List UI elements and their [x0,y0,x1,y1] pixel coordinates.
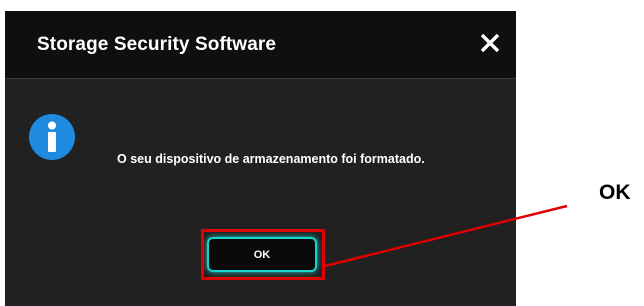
close-icon [480,33,500,53]
info-icon [29,114,75,160]
dialog-title: Storage Security Software [37,34,277,55]
annotation-label: OK [599,181,631,204]
dialog-message: O seu dispositivo de armazenamento foi f… [117,152,425,166]
close-button[interactable] [476,29,504,57]
ok-button[interactable]: OK [207,237,317,272]
dialog-titlebar: Storage Security Software [5,11,516,79]
